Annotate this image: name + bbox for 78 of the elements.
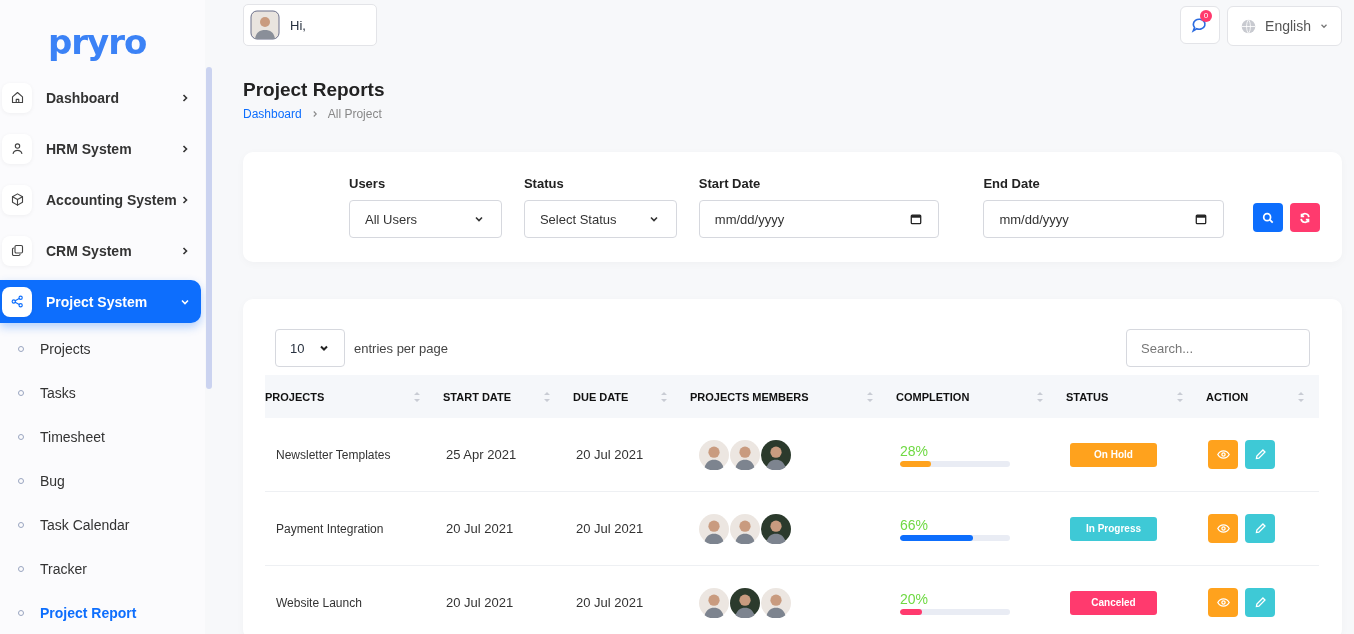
table-cell-text: 25 Apr 2021 <box>445 447 517 462</box>
edit-button[interactable] <box>1245 514 1275 543</box>
filter-label: End Date <box>983 176 1041 191</box>
table-cell-text: Payment Integration <box>275 521 384 536</box>
table-cell-text: 20 Jul 2021 <box>445 521 514 536</box>
filter-label: Start Date <box>698 176 762 191</box>
scrollbar[interactable] <box>206 67 212 389</box>
date-field[interactable]: mm/dd/yyyy <box>983 200 1224 238</box>
status-badge: In Progress <box>1070 516 1157 541</box>
search-icon <box>1262 211 1274 224</box>
submenu-item[interactable]: Project Report <box>0 591 205 634</box>
calendar-icon <box>910 213 923 225</box>
table-cell-text: 20 Jul 2021 <box>575 521 644 536</box>
column-header[interactable]: STATUS <box>1066 390 1109 403</box>
completion-percent: 28% <box>900 442 929 459</box>
globe-icon <box>1240 17 1258 35</box>
edit-button[interactable] <box>1245 440 1275 469</box>
eye-icon <box>1216 448 1230 461</box>
completion-percent: 66% <box>900 516 929 533</box>
user-menu[interactable]: Hi, <box>243 4 377 46</box>
select-field[interactable]: Select Status <box>523 200 677 238</box>
submenu-item[interactable]: Task Calendar <box>0 503 205 547</box>
date-field[interactable]: mm/dd/yyyy <box>698 200 940 238</box>
view-button[interactable] <box>1208 588 1238 617</box>
column-header[interactable]: ACTION <box>1206 390 1249 403</box>
pencil-icon <box>1253 448 1267 461</box>
submenu-item[interactable]: Bug <box>0 459 205 503</box>
pencil-icon <box>1253 596 1267 609</box>
edit-button[interactable] <box>1245 588 1275 617</box>
breadcrumb-link[interactable]: Dashboard <box>243 107 302 121</box>
user-icon <box>9 141 25 156</box>
avatar <box>250 10 280 40</box>
submenu-item[interactable]: Tracker <box>0 547 205 591</box>
select-field[interactable]: All Users <box>349 200 502 238</box>
column-header[interactable]: DUE DATE <box>573 390 629 403</box>
refresh-icon <box>1299 211 1311 224</box>
page-size-label: entries per page <box>354 340 448 356</box>
table-cell-text: 20 Jul 2021 <box>575 447 644 462</box>
table-cell-text: Website Launch <box>275 595 362 610</box>
table-cell-text: 20 Jul 2021 <box>575 595 644 610</box>
status-badge: Canceled <box>1070 590 1157 615</box>
language-dropdown[interactable]: English <box>1227 6 1342 46</box>
status-badge: On Hold <box>1070 442 1157 467</box>
pencil-icon <box>1253 522 1267 535</box>
reset-button[interactable] <box>1290 203 1320 232</box>
submenu-item[interactable]: Tasks <box>0 371 205 415</box>
notification-badge: 0 <box>1200 10 1213 22</box>
column-header[interactable]: PROJECTS <box>265 390 325 403</box>
submenu-item[interactable]: Timesheet <box>0 415 205 459</box>
filter-label: Users <box>349 176 387 191</box>
logo: pryro <box>48 22 148 64</box>
search-button[interactable] <box>1253 203 1283 232</box>
completion-percent: 20% <box>900 590 929 607</box>
eye-icon <box>1216 522 1230 535</box>
sidebar-item[interactable]: HRM System <box>0 127 201 170</box>
sidebar-item[interactable]: Project System <box>0 280 201 323</box>
sidebar-item[interactable]: Accounting System <box>0 178 201 221</box>
filter-label: Status <box>523 176 565 191</box>
column-header[interactable]: START DATE <box>443 390 512 403</box>
cube-icon <box>9 192 25 207</box>
submenu-item[interactable]: Projects <box>0 327 205 371</box>
sidebar-item[interactable]: CRM System <box>0 229 201 272</box>
eye-icon <box>1216 596 1230 609</box>
column-header[interactable]: PROJECTS MEMBERS <box>690 390 809 403</box>
table-cell-text: 20 Jul 2021 <box>445 595 514 610</box>
copy-icon <box>9 243 25 258</box>
column-header[interactable]: COMPLETION <box>896 390 970 403</box>
view-button[interactable] <box>1208 514 1238 543</box>
table-cell-text: Newsletter Templates <box>275 447 391 462</box>
home-icon <box>9 90 25 105</box>
search-field[interactable]: Search... <box>1126 329 1310 367</box>
sidebar-item[interactable]: Dashboard <box>0 76 201 119</box>
view-button[interactable] <box>1208 440 1238 469</box>
share-icon <box>9 294 25 309</box>
page-title: Project Reports <box>243 79 386 101</box>
breadcrumb-current: All Project <box>327 107 382 121</box>
page-size-select[interactable]: 10 <box>275 329 345 367</box>
calendar-icon <box>1195 213 1207 225</box>
